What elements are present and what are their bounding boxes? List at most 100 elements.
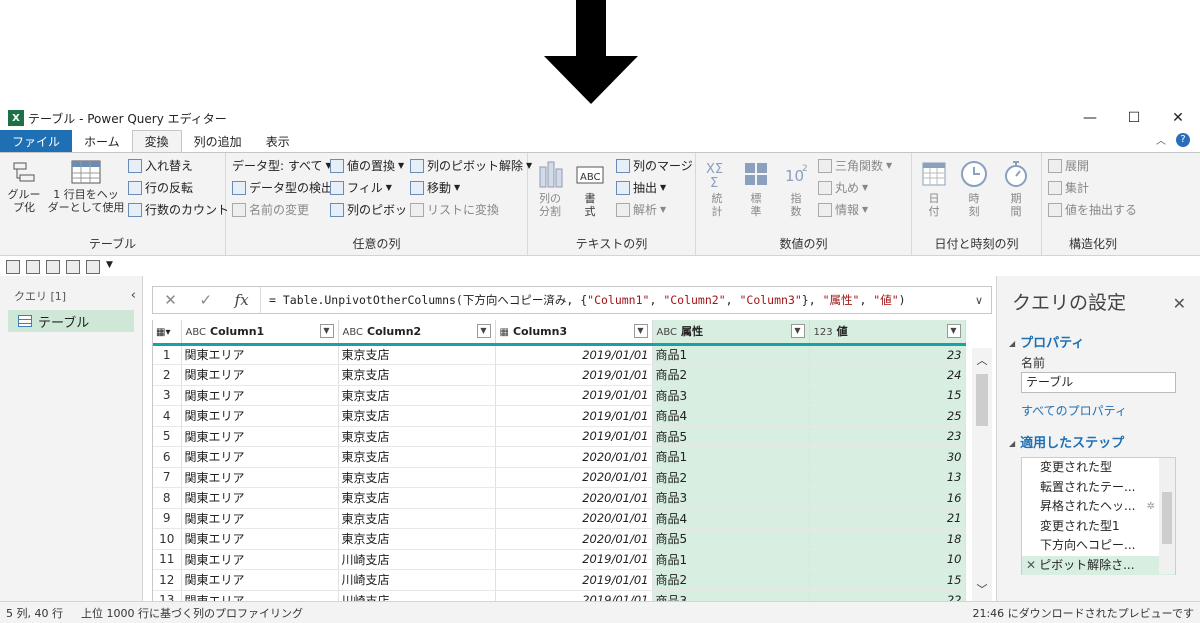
aggregate-button[interactable]: 集計 [1048, 179, 1089, 196]
trigonometry-button[interactable]: 三角関数 ▼ [818, 157, 892, 174]
row-number[interactable]: 12 [153, 569, 182, 591]
select-all-table-button[interactable]: ▦▾ [153, 320, 182, 346]
cell-value[interactable]: 10 [809, 549, 966, 570]
table-row[interactable]: 8 関東エリア 東京支店 2020/01/01 商品3 16 [153, 487, 966, 509]
cell-text[interactable]: 関東エリア [181, 549, 339, 570]
scrollbar-thumb[interactable] [976, 374, 988, 426]
filter-dropdown-icon[interactable]: ▼ [946, 324, 961, 338]
cell-date[interactable]: 2019/01/01 [495, 426, 653, 447]
scientific-button[interactable]: 10 2 指 数 [776, 159, 816, 218]
cell-value[interactable]: 15 [809, 569, 966, 591]
step-item[interactable]: 変更された型 [1022, 458, 1175, 478]
cell-text[interactable]: 関東エリア [181, 467, 339, 488]
rename-button[interactable]: 名前の変更 [232, 201, 309, 218]
advanced-editor-icon[interactable] [46, 260, 60, 274]
cell-date[interactable]: 2020/01/01 [495, 446, 653, 468]
column-header-column1[interactable]: ABC Column1 ▼ [181, 320, 339, 346]
delete-step-icon[interactable]: ✕ [1026, 558, 1036, 572]
cell-text[interactable]: 関東エリア [181, 426, 339, 447]
cell-text[interactable]: 東京支店 [338, 528, 496, 550]
cell-date[interactable]: 2020/01/01 [495, 467, 653, 488]
cell-text[interactable]: 川崎支店 [338, 549, 496, 570]
step-item[interactable]: 下方向へコピー... [1022, 536, 1175, 556]
row-number[interactable]: 13 [153, 590, 182, 601]
cell-value[interactable]: 30 [809, 446, 966, 468]
cell-attribute[interactable]: 商品2 [652, 569, 810, 591]
detect-data-type-button[interactable]: データ型の検出 [232, 179, 333, 196]
expand-formula-icon[interactable]: ∨ [967, 294, 991, 307]
cell-text[interactable]: 関東エリア [181, 508, 339, 529]
rounding-button[interactable]: 丸め ▼ [818, 179, 868, 196]
row-number[interactable]: 1 [153, 344, 182, 365]
cell-attribute[interactable]: 商品5 [652, 528, 810, 550]
cell-date[interactable]: 2020/01/01 [495, 528, 653, 550]
cell-date[interactable]: 2019/01/01 [495, 385, 653, 406]
tab-add-column[interactable]: 列の追加 [182, 130, 254, 152]
format-button[interactable]: ABC 書 式 [572, 159, 608, 218]
cancel-formula-icon[interactable]: ✕ [164, 291, 177, 309]
scroll-down-icon[interactable]: ﹀ [972, 581, 992, 597]
minimize-button[interactable]: — [1068, 106, 1112, 130]
cell-date[interactable]: 2020/01/01 [495, 508, 653, 529]
query-name-input[interactable]: テーブル [1021, 372, 1176, 393]
formula-input[interactable]: = Table.UnpivotOtherColumns(下方向へコピー済み, {… [261, 292, 967, 308]
confirm-formula-icon[interactable]: ✓ [199, 291, 212, 309]
cell-attribute[interactable]: 商品4 [652, 508, 810, 529]
fx-icon[interactable]: fx [235, 291, 249, 309]
cell-attribute[interactable]: 商品3 [652, 590, 810, 601]
cell-text[interactable]: 関東エリア [181, 385, 339, 406]
row-number[interactable]: 3 [153, 385, 182, 406]
close-pane-icon[interactable]: ✕ [1173, 294, 1186, 313]
cell-value[interactable]: 16 [809, 487, 966, 509]
table-row[interactable]: 13 関東エリア 川崎支店 2019/01/01 商品3 22 [153, 590, 966, 601]
data-type-dropdown[interactable]: データ型: すべて ▼ [232, 157, 332, 174]
pivot-column-button[interactable]: 列のピボット [330, 201, 419, 218]
scrollbar-thumb[interactable] [1162, 492, 1172, 544]
cell-text[interactable]: 川崎支店 [338, 590, 496, 601]
cell-text[interactable]: 東京支店 [338, 508, 496, 529]
cell-date[interactable]: 2019/01/01 [495, 549, 653, 570]
cell-value[interactable]: 15 [809, 385, 966, 406]
table-row[interactable]: 2 関東エリア 東京支店 2019/01/01 商品2 24 [153, 364, 966, 386]
cell-date[interactable]: 2019/01/01 [495, 590, 653, 601]
row-number[interactable]: 6 [153, 446, 182, 468]
cell-text[interactable]: 東京支店 [338, 344, 496, 365]
cell-value[interactable]: 21 [809, 508, 966, 529]
table-row[interactable]: 5 関東エリア 東京支店 2019/01/01 商品5 23 [153, 426, 966, 447]
tab-file[interactable]: ファイル [0, 130, 73, 152]
table-row[interactable]: 7 関東エリア 東京支店 2020/01/01 商品2 13 [153, 467, 966, 488]
scroll-up-icon[interactable]: ︿ [972, 348, 992, 368]
query-item-table[interactable]: テーブル [8, 310, 134, 332]
cell-text[interactable]: 川崎支店 [338, 569, 496, 591]
cell-date[interactable]: 2020/01/01 [495, 487, 653, 509]
cell-text[interactable]: 関東エリア [181, 569, 339, 591]
step-item[interactable]: 転置されたテー... [1022, 478, 1175, 498]
cell-date[interactable]: 2019/01/01 [495, 344, 653, 365]
cell-text[interactable]: 関東エリア [181, 364, 339, 386]
unpivot-columns-button[interactable]: 列のピボット解除 ▼ [410, 157, 532, 174]
filter-dropdown-icon[interactable]: ▼ [790, 324, 805, 338]
duration-button[interactable]: 期 間 [996, 159, 1036, 218]
cell-attribute[interactable]: 商品5 [652, 426, 810, 447]
cell-date[interactable]: 2019/01/01 [495, 405, 653, 427]
fill-button[interactable]: フィル ▼ [330, 179, 392, 196]
extract-values-button[interactable]: 値を抽出する [1048, 201, 1137, 218]
time-button[interactable]: 時 刻 [954, 159, 994, 218]
applied-steps-header[interactable]: 適用したステップ [1009, 432, 1124, 451]
group-by-button[interactable]: グルー プ化 [4, 159, 44, 214]
cell-text[interactable]: 東京支店 [338, 426, 496, 447]
cell-value[interactable]: 25 [809, 405, 966, 427]
save-icon[interactable] [6, 260, 20, 274]
row-number[interactable]: 2 [153, 364, 182, 386]
filter-dropdown-icon[interactable]: ▼ [633, 324, 648, 338]
column-header-column2[interactable]: ABC Column2 ▼ [338, 320, 496, 346]
filter-dropdown-icon[interactable]: ▼ [476, 324, 491, 338]
maximize-button[interactable]: ☐ [1112, 106, 1156, 130]
cell-text[interactable]: 関東エリア [181, 446, 339, 468]
gear-icon[interactable]: ✲ [1147, 497, 1155, 517]
collapse-pane-icon[interactable]: ‹ [131, 288, 136, 304]
cell-text[interactable]: 東京支店 [338, 467, 496, 488]
cell-attribute[interactable]: 商品1 [652, 549, 810, 570]
replace-values-button[interactable]: 値の置換 ▼ [330, 157, 404, 174]
collapse-ribbon-icon[interactable]: ︿ [1156, 132, 1166, 147]
